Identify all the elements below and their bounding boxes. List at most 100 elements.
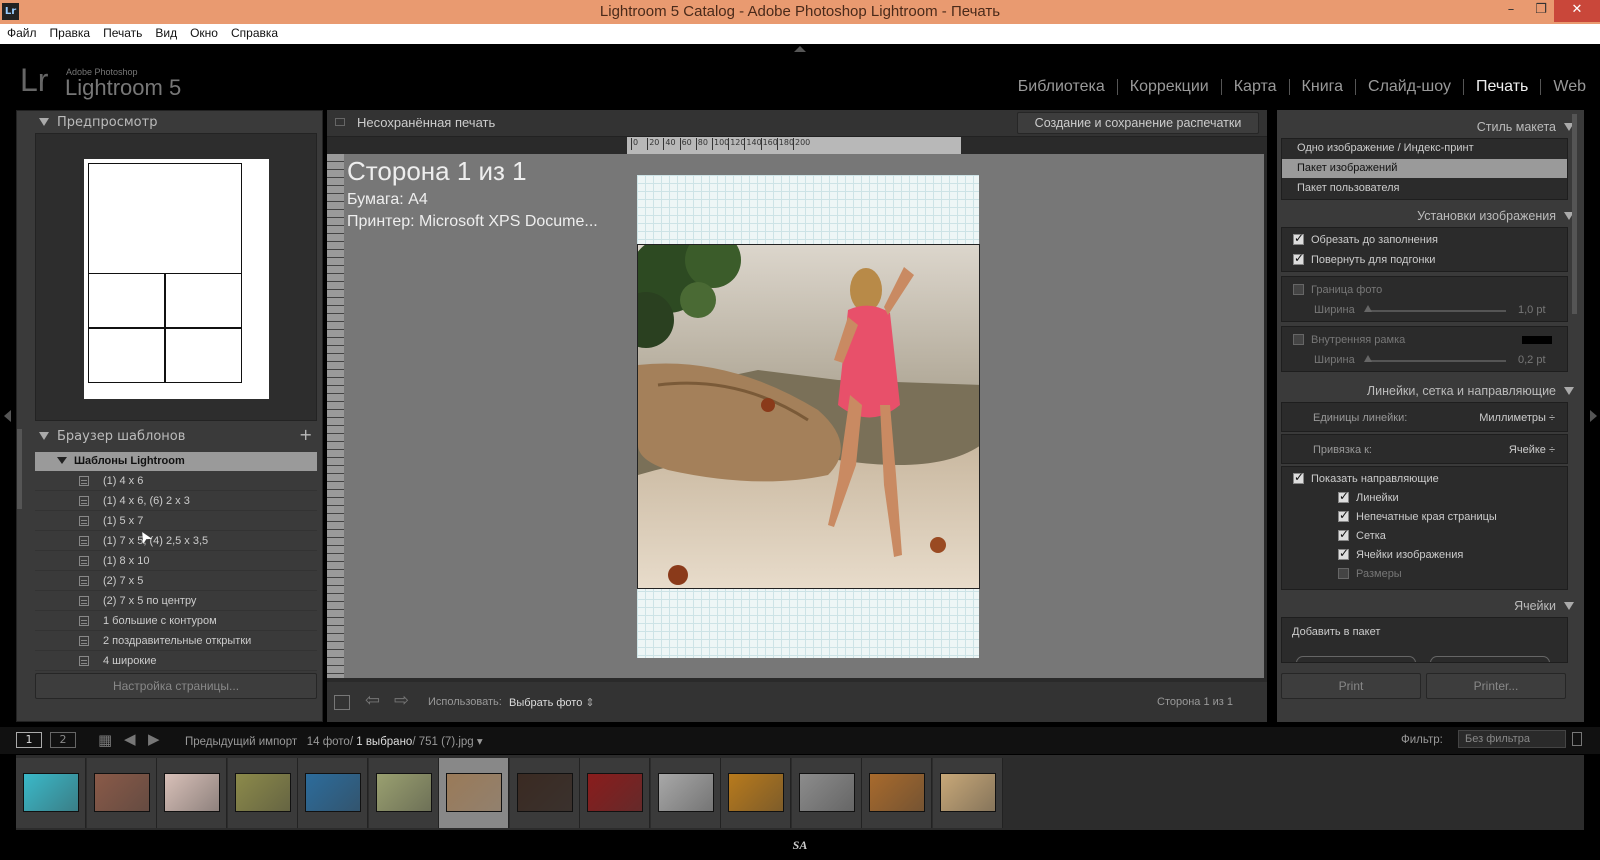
thumbnail-image	[23, 773, 79, 812]
right-panel-scrollbar[interactable]	[1572, 114, 1577, 314]
filter-select[interactable]: Без фильтра	[1458, 730, 1566, 748]
filmstrip-thumbnail[interactable]	[791, 758, 862, 828]
filmstrip-thumbnail[interactable]	[721, 758, 791, 828]
filmstrip-thumbnail[interactable]	[439, 758, 509, 828]
module-develop[interactable]: Коррекции	[1118, 78, 1221, 96]
filmstrip-thumbnail[interactable]	[157, 758, 227, 828]
filmstrip-thumbnail[interactable]	[580, 758, 650, 828]
template-browser-header[interactable]: Браузер шаблонов	[39, 429, 185, 444]
left-panel-toggle-icon[interactable]	[4, 410, 11, 422]
print-button[interactable]: Print	[1281, 673, 1421, 699]
minimize-icon[interactable]: –	[1496, 0, 1526, 22]
module-book[interactable]: Книга	[1290, 78, 1355, 96]
layout-style-option[interactable]: Одно изображение / Индекс-принт	[1282, 139, 1567, 158]
cells-header[interactable]: Ячейки	[1514, 599, 1574, 613]
photo-cell[interactable]	[637, 244, 980, 589]
module-library[interactable]: Библиотека	[1006, 78, 1117, 96]
layout-style-header[interactable]: Стиль макета	[1477, 120, 1574, 134]
ruler-units-row: Единицы линейки: Миллиметры ÷	[1281, 402, 1568, 432]
menu-edit[interactable]: Правка	[43, 24, 97, 40]
module-print[interactable]: Печать	[1464, 78, 1540, 96]
filmstrip-thumbnail[interactable]	[862, 758, 932, 828]
filmstrip-thumbnail[interactable]	[509, 758, 580, 828]
menu-help[interactable]: Справка	[224, 24, 284, 40]
show-page-icon[interactable]	[334, 695, 350, 710]
collapse-top-icon[interactable]	[794, 46, 806, 52]
filmstrip-thumbnail[interactable]	[650, 758, 721, 828]
filmstrip-thumbnail[interactable]	[227, 758, 298, 828]
photo-border-checkbox[interactable]	[1293, 284, 1304, 295]
save-print-button[interactable]: Создание и сохранение распечатки	[1017, 112, 1259, 134]
printer-button[interactable]: Printer...	[1426, 673, 1566, 699]
slider-knob[interactable]	[1364, 355, 1372, 362]
cell-size-button[interactable]	[1296, 656, 1416, 662]
guide-checkbox[interactable]	[1338, 489, 1349, 503]
template-item[interactable]: (1) 5 x 7	[35, 512, 317, 531]
page-heading: Сторона 1 из 1	[347, 156, 527, 186]
menu-window[interactable]: Окно	[183, 24, 224, 40]
preview-header[interactable]: Предпросмотр	[39, 115, 157, 130]
menu-file[interactable]: Файл	[0, 24, 43, 40]
module-map[interactable]: Карта	[1222, 78, 1289, 96]
menu-view[interactable]: Вид	[148, 24, 183, 40]
filmstrip-thumbnail[interactable]	[932, 758, 1003, 828]
inner-stroke-checkbox[interactable]	[1293, 334, 1304, 345]
forward-arrow-icon[interactable]: ▶	[148, 730, 160, 748]
filmstrip-source[interactable]: Предыдущий импорт 14 фото/ 1 выбрано/ 75…	[185, 734, 483, 748]
layout-style-option[interactable]: Пакет пользователя	[1282, 179, 1567, 198]
crop-fill-checkbox[interactable]	[1293, 231, 1304, 245]
filmstrip-thumbnail[interactable]	[86, 758, 157, 828]
filmstrip-thumbnail[interactable]	[298, 758, 368, 828]
border-width-slider[interactable]	[1366, 310, 1506, 312]
close-icon[interactable]: ✕	[1554, 0, 1600, 22]
preview-cell	[164, 327, 242, 383]
template-item[interactable]: (1) 7 x 5, (4) 2,5 x 3,5	[35, 532, 317, 551]
template-item[interactable]: 1 большие с контуром	[35, 612, 317, 631]
stroke-color-swatch[interactable]	[1522, 336, 1552, 344]
guide-checkbox[interactable]	[1338, 568, 1349, 579]
ruler-tick-label: 120	[728, 138, 745, 150]
rotate-fit-checkbox[interactable]	[1293, 251, 1304, 265]
guide-checkbox[interactable]	[1338, 546, 1349, 560]
template-item[interactable]: (2) 7 x 5	[35, 572, 317, 591]
ruler-units-select[interactable]: Миллиметры ÷	[1479, 412, 1555, 424]
right-panel-toggle-icon[interactable]	[1590, 410, 1597, 422]
grid-view-icon[interactable]: ▦	[98, 731, 112, 749]
template-icon	[79, 656, 89, 666]
menu-print[interactable]: Печать	[96, 24, 148, 40]
filmstrip-thumbnail[interactable]	[368, 758, 439, 828]
image-settings-header[interactable]: Установки изображения	[1417, 209, 1574, 223]
previous-page-icon[interactable]: ⇦	[365, 690, 380, 711]
template-item[interactable]: (2) 7 x 5 по центру	[35, 592, 317, 611]
show-guides-checkbox[interactable]	[1293, 470, 1304, 484]
template-item[interactable]: (1) 4 x 6, (6) 2 x 3	[35, 492, 317, 511]
inner-stroke-section: Внутренняя рамка Ширина 0,2 pt	[1281, 326, 1568, 372]
second-window-button[interactable]: 2	[50, 732, 76, 748]
rulers-grid-header[interactable]: Линейки, сетка и направляющие	[1367, 384, 1574, 398]
panel-scrollbar[interactable]	[17, 429, 22, 509]
snap-select[interactable]: Ячейке ÷	[1509, 444, 1555, 456]
restore-icon[interactable]: ❐	[1526, 0, 1556, 22]
back-arrow-icon[interactable]: ◀	[124, 730, 136, 748]
next-page-icon[interactable]: ⇨	[394, 690, 409, 711]
use-selector[interactable]: Выбрать фото ⇕	[509, 696, 595, 709]
main-window-button[interactable]: 1	[16, 732, 42, 748]
template-item[interactable]: 4 широкие	[35, 652, 317, 671]
template-item[interactable]: 2 поздравительные открытки	[35, 632, 317, 651]
template-item[interactable]: (1) 4 x 6	[35, 472, 317, 491]
inner-width-slider[interactable]	[1366, 360, 1506, 362]
guide-checkbox[interactable]	[1338, 527, 1349, 541]
module-web[interactable]: Web	[1541, 78, 1586, 96]
template-folder[interactable]: Шаблоны Lightroom	[35, 452, 317, 471]
slider-knob[interactable]	[1364, 305, 1372, 312]
cell-size-button[interactable]	[1430, 656, 1550, 662]
page-setup-button[interactable]: Настройка страницы...	[35, 673, 317, 699]
page-counter: Сторона 1 из 1	[1157, 696, 1233, 708]
template-item[interactable]: (1) 8 x 10	[35, 552, 317, 571]
filter-lock-icon[interactable]	[1572, 732, 1582, 746]
module-slideshow[interactable]: Слайд-шоу	[1356, 78, 1463, 96]
guide-checkbox[interactable]	[1338, 508, 1349, 522]
layout-style-option[interactable]: Пакет изображений	[1282, 159, 1567, 178]
add-template-icon[interactable]: +	[299, 425, 312, 444]
filmstrip-thumbnail[interactable]	[16, 758, 86, 828]
